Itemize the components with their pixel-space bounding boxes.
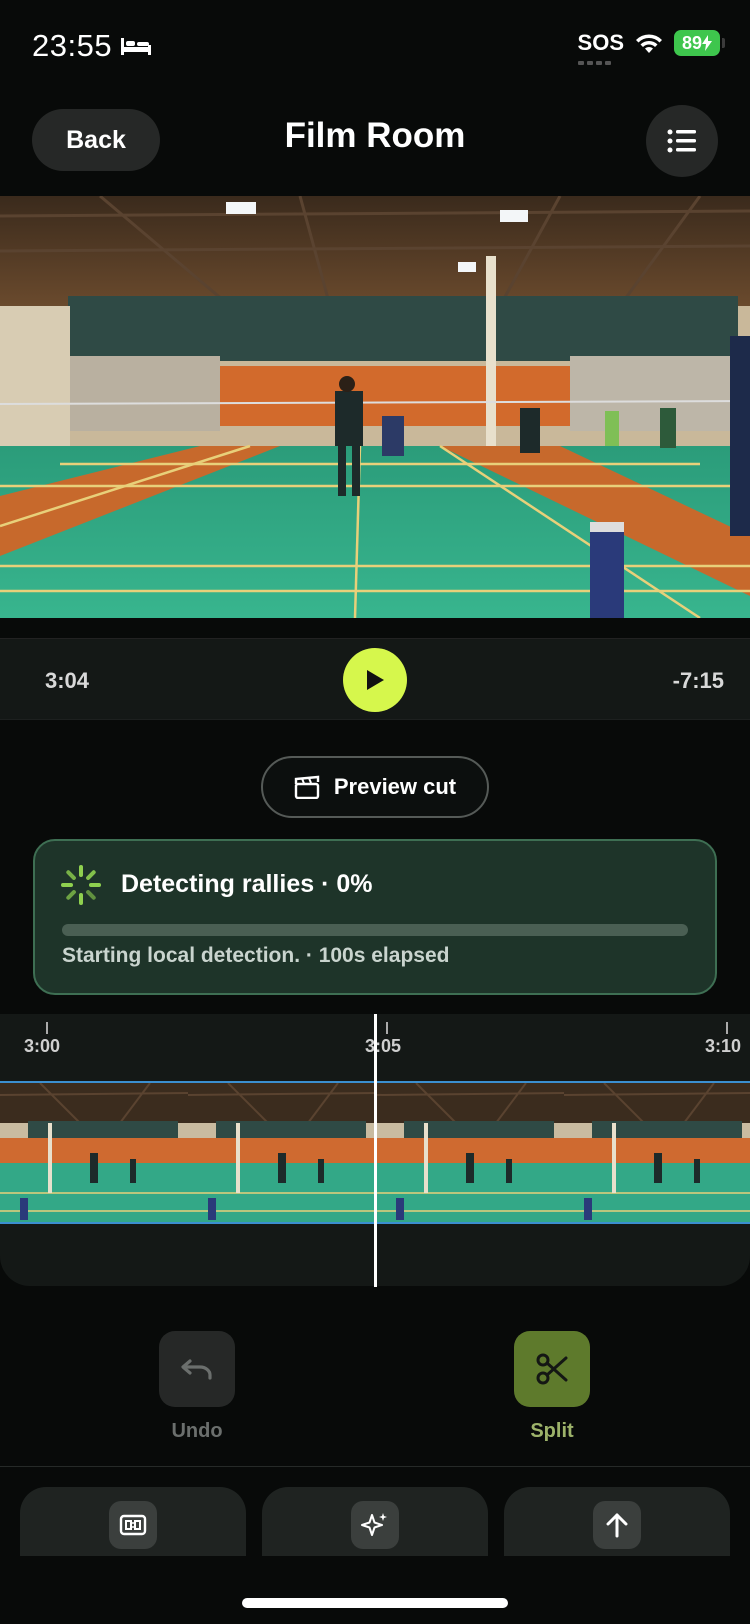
status-time: 23:55 [32,28,152,64]
sparkles-icon [351,1501,399,1549]
charging-bolt-icon [702,35,713,51]
detection-card [33,839,717,995]
battery-level: 89 [681,32,703,53]
spinner-icon [61,865,101,905]
bottom-safe-area [0,1556,750,1624]
undo-label: Undo [171,1420,223,1442]
split-button[interactable] [514,1331,590,1407]
battery-indicator: 89 [674,30,725,56]
detection-status: Starting local detection. · 100s elapsed [62,944,450,967]
split-label: Split [530,1420,574,1442]
timeline-tick [386,1022,388,1034]
clapperboard-icon [294,775,320,799]
preview-cut-label: Preview cut [333,774,457,799]
signal-dots [577,61,611,65]
status-indicators: SOS 89 [577,30,725,65]
undo-icon [181,1359,212,1380]
sos-text: SOS [577,30,624,55]
remaining-time: -7:15 [672,668,724,693]
timeline-tick [46,1022,48,1034]
bed-icon [121,38,152,55]
timeline-tick [726,1022,728,1034]
upload-icon [593,1501,641,1549]
list-icon [667,129,696,153]
page-title: Film Room [284,116,466,155]
current-time: 3:04 [45,668,90,693]
play-button[interactable] [343,648,407,712]
detection-title: Detecting rallies · 0% [121,870,373,898]
timeline-tick-label: 3:10 [705,1036,742,1056]
sos-indicator: SOS [577,30,624,65]
video-player[interactable] [0,196,750,618]
timeline-tick-label: 3:00 [24,1036,61,1056]
detection-progress-bar [62,924,688,936]
play-icon [367,670,384,690]
badminton-court-frame [0,196,750,618]
home-indicator[interactable] [242,1598,508,1608]
preview-cut-button[interactable]: Preview cut [261,756,489,818]
undo-button[interactable] [159,1331,235,1407]
scoreboard-icon [109,1501,157,1549]
status-time-text: 23:55 [32,28,113,63]
timeline-tick-label: 3:05 [365,1036,402,1056]
timeline-playhead[interactable] [374,1014,377,1287]
scissors-icon [536,1353,568,1385]
wifi-icon [636,34,662,53]
divider [0,1466,750,1467]
menu-button[interactable] [646,105,718,177]
